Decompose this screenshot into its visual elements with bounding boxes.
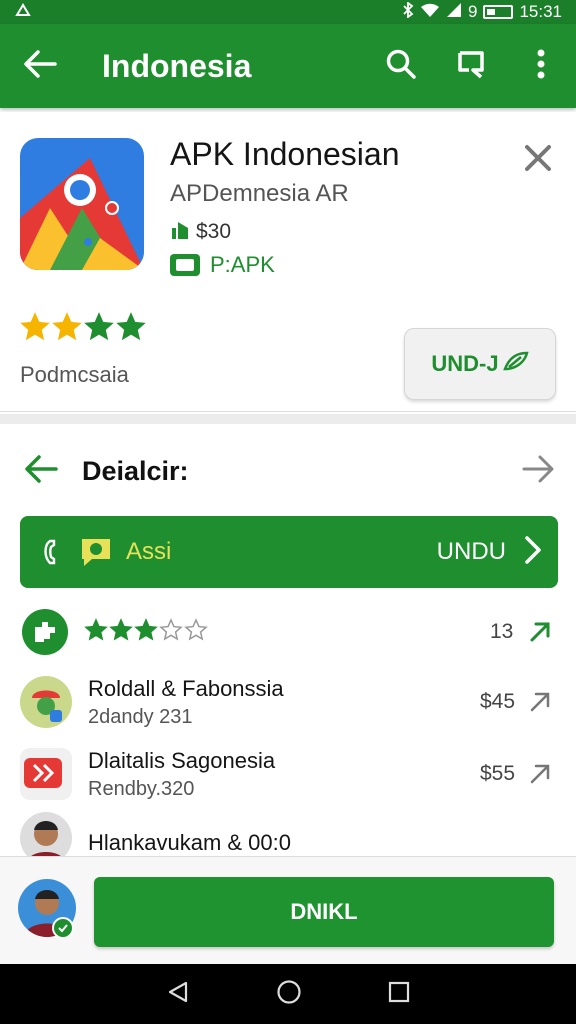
assist-action-bar[interactable]: Assi UNDU [20,516,558,588]
rating-count: 13 [490,620,514,643]
assist-action-label: UNDU [436,538,506,565]
search-icon [385,48,417,85]
list-avatar [20,676,72,728]
detail-title: Deialcir: [82,455,189,486]
price-tag-icon [170,218,190,246]
list-item-title: Hlankavukam & 00:0 [88,830,291,855]
battery-label: 9 [467,2,478,21]
chat-search-button[interactable] [436,24,506,108]
star-empty-icon [159,617,183,647]
list-item[interactable]: Hlankavukam & 00:0 [0,812,576,856]
close-icon [524,144,552,177]
status-icons: 9 15:31 [402,0,562,23]
app-price: $30 [170,218,231,246]
install-button-label: UND-J [431,351,499,376]
detail-header: Deialcir: [0,440,576,502]
android-icon [14,2,32,22]
section-divider [0,414,576,424]
star-icon [116,312,146,347]
list-item-price: $55 [480,762,516,785]
list-item-subtitle: 2dandy 231 [88,706,193,728]
install-button[interactable]: UND-J [404,328,556,400]
publisher-name: Podmcsaia [20,362,129,387]
app-tag-label: P:APK [210,252,275,277]
share-arrow-icon [528,619,554,645]
nav-recents-icon[interactable] [388,981,410,1008]
bluetooth-icon [402,0,414,23]
share-arrow-icon [528,761,554,787]
wifi-icon [420,2,440,23]
arrow-back-icon [23,49,57,84]
status-bar: 9 15:31 [0,0,576,24]
share-arrow-icon [528,689,554,715]
signal-icon [446,2,462,23]
chat-bubble-icon [74,534,118,570]
search-button[interactable] [366,24,436,108]
phone-icon [36,537,68,567]
list-item[interactable]: Roldall & Fabonssia 2dandy 231 $45 [0,668,576,736]
leaf-icon [502,351,529,377]
clock: 15:31 [519,2,562,21]
chevron-right-icon [524,535,542,570]
back-button[interactable] [0,24,80,108]
app-icon[interactable] [20,138,144,270]
rating-stars [84,617,208,647]
app-name: APK Indonesian [170,136,400,172]
arrow-forward-icon [522,454,554,489]
star-filled-icon [84,617,108,647]
verified-icon [52,917,74,939]
star-icon [52,312,82,347]
star-empty-icon [184,617,208,647]
star-icon [84,312,114,347]
bottom-bar: DNIKL [0,856,576,964]
more-button[interactable] [506,24,576,108]
battery-icon [483,5,514,19]
app-rating-stars [20,312,146,347]
star-filled-icon [109,617,133,647]
arrow-back-icon [24,454,58,489]
list-item-title: Dlaitalis Sagonesia [88,748,276,773]
assist-label: Assi [126,538,172,565]
system-nav-bar [0,964,576,1024]
detail-forward-button[interactable] [500,454,576,489]
close-button[interactable] [516,138,560,182]
page-title: Indonesia [102,47,252,84]
list-item[interactable]: Dlaitalis Sagonesia Rendby.320 $55 [0,740,576,808]
chat-search-icon [455,48,487,85]
star-icon [20,312,50,347]
app-card: APK Indonesian APDemnesia AR $30 P:APK P… [0,112,576,412]
list-item-price: $45 [480,690,516,713]
list-avatar [20,812,72,856]
download-button[interactable]: DNIKL [94,877,554,947]
detail-back-button[interactable] [0,454,82,489]
app-bar: Indonesia [0,24,576,108]
app-price-value: $30 [196,220,232,243]
apk-badge-icon [170,254,200,276]
star-filled-icon [134,617,158,647]
nav-home-icon[interactable] [276,979,302,1010]
app-subtitle: APDemnesia AR [170,180,349,207]
app-tag: P:APK [170,252,275,278]
list-item-title: Roldall & Fabonssia [88,676,284,701]
list-item-subtitle: Rendby.320 [88,778,195,800]
list-avatar [20,748,72,800]
more-vert-icon [536,49,546,84]
nav-back-icon[interactable] [166,980,190,1009]
rating-row[interactable]: 13 [0,604,576,660]
puzzle-badge-icon [22,609,68,655]
